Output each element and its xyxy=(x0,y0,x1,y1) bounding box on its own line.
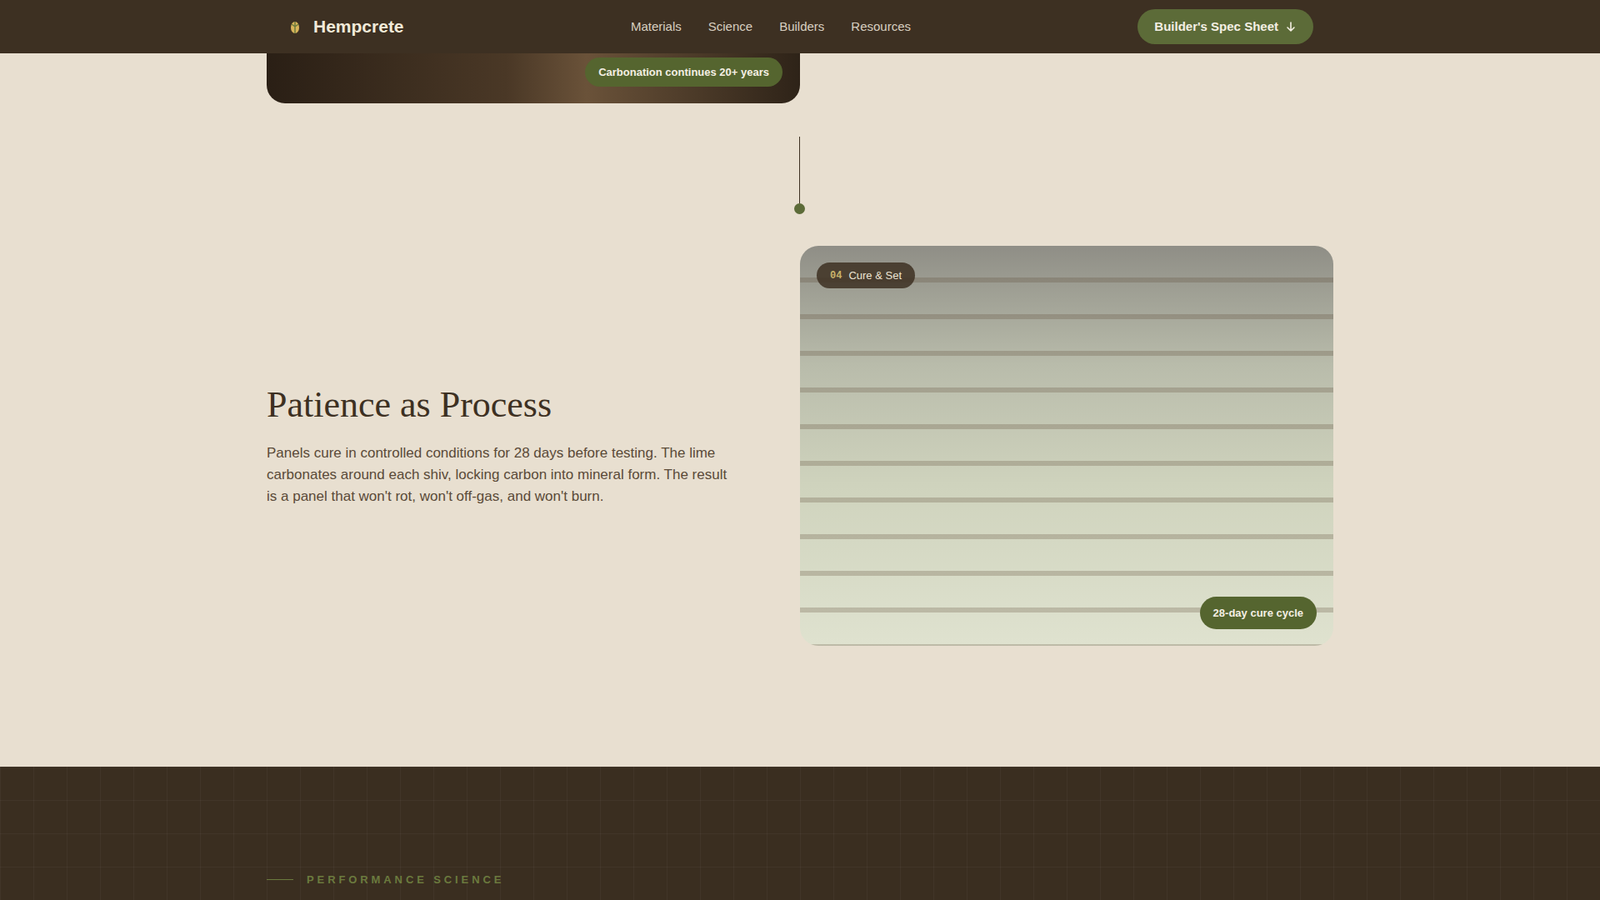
eyebrow-line xyxy=(266,879,294,880)
step-title: Patience as Process xyxy=(266,384,734,427)
nav-links: Materials Science Builders Resources xyxy=(630,17,911,37)
download-arrow-icon xyxy=(1285,20,1297,33)
brand-name: Hempcrete xyxy=(313,13,405,40)
cure-badge: 28-day cure cycle xyxy=(1200,596,1317,630)
step-image: 04 Cure & Set 28-day cure cycle xyxy=(800,245,1334,646)
performance-section: PERFORMANCE SCIENCE xyxy=(0,766,1600,900)
spec-sheet-label: Builder's Spec Sheet xyxy=(1154,17,1279,37)
spec-sheet-button[interactable]: Builder's Spec Sheet xyxy=(1137,9,1314,45)
nav-link[interactable]: Builders xyxy=(779,17,825,37)
brand-logo[interactable]: Hempcrete xyxy=(286,13,405,40)
timeline-line xyxy=(799,136,800,204)
step-body: Panels cure in controlled conditions for… xyxy=(266,442,734,508)
nav-link[interactable]: Resources xyxy=(850,17,911,37)
step-number: 04 xyxy=(830,270,842,281)
nav-link[interactable]: Materials xyxy=(630,17,682,37)
top-nav: Hempcrete Materials Science Builders Resour… xyxy=(0,0,1600,54)
hemp-leaf-icon xyxy=(286,18,304,35)
carbonation-badge: Carbonation continues 20+ years xyxy=(585,57,783,87)
section-eyebrow: PERFORMANCE SCIENCE xyxy=(306,871,505,889)
nav-link[interactable]: Science xyxy=(708,17,753,37)
step-tag: 04 Cure & Set xyxy=(816,262,915,289)
process-section: Carbonation continues 20+ years Patience… xyxy=(0,0,1600,767)
step-label: Cure & Set xyxy=(848,270,902,281)
timeline-dot xyxy=(794,203,805,215)
